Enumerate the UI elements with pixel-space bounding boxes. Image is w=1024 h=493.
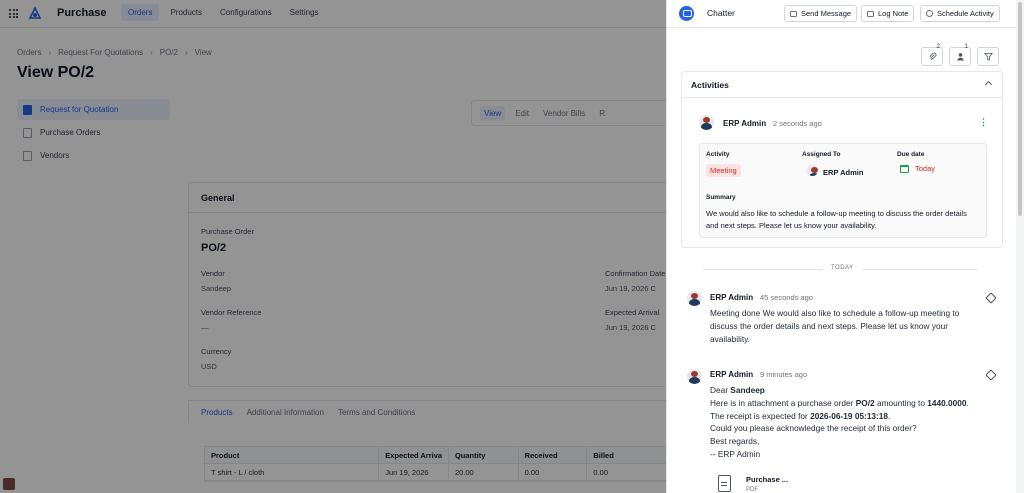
avatar — [687, 291, 702, 306]
send-message-button[interactable]: Send Message — [784, 5, 858, 22]
chatter-panel: Chatter Send Message Log Note Schedule A… — [666, 0, 1016, 493]
message-line: availability. — [710, 333, 750, 344]
message-line: discuss the order details and next steps… — [710, 320, 948, 331]
message-line: Here is in attachment a purchase order P… — [710, 397, 995, 410]
filter-button[interactable] — [977, 47, 999, 66]
message-time: 45 seconds ago — [760, 293, 813, 302]
button-label: Log Note — [878, 9, 909, 18]
followers-button[interactable]: 1 — [949, 43, 971, 66]
file-icon — [718, 475, 731, 492]
message-line: The receipt is expected for 2026-06-19 0… — [710, 410, 995, 423]
attachment-card[interactable]: Purchase ... PDF — [718, 472, 798, 493]
activities-title: Activities — [691, 80, 729, 90]
clock-icon — [926, 10, 933, 17]
scrollbar-thumb[interactable] — [1018, 2, 1022, 216]
due-date-value: Today — [915, 164, 936, 173]
schedule-activity-button[interactable]: Schedule Activity — [920, 5, 1000, 22]
button-label: Send Message — [801, 9, 852, 18]
activity-label: Activity — [706, 151, 730, 158]
pin-icon[interactable] — [985, 292, 997, 304]
pin-icon[interactable] — [985, 369, 997, 381]
text: Dear — [710, 385, 731, 395]
message-body: Dear Sandeep Here is in attachment a pur… — [710, 384, 995, 461]
text-bold: Sandeep — [730, 385, 765, 395]
message-line: Dear Sandeep — [710, 384, 995, 397]
chatter-title: Chatter — [707, 8, 735, 18]
note-icon — [867, 10, 874, 17]
chevron-up-icon[interactable] — [984, 80, 993, 89]
log-note-button[interactable]: Log Note — [861, 5, 915, 22]
chat-bubble-icon — [679, 6, 694, 21]
text-bold: PO/2 — [855, 397, 875, 408]
text-bold: 2026-06-19 05:13:18 — [810, 410, 889, 421]
text: . — [966, 397, 969, 408]
message-icon — [790, 10, 797, 17]
assigned-user: ERP Admin — [823, 168, 864, 177]
message-line: Meeting done We would also like to sched… — [710, 308, 960, 318]
assigned-to-label: Assigned To — [802, 151, 841, 158]
text: The receipt is expected for — [710, 410, 811, 421]
paperclip-icon — [929, 52, 936, 60]
activity-time: 2 seconds ago — [773, 119, 822, 128]
message-line: -- ERP Admin — [710, 448, 761, 459]
avatar — [687, 369, 702, 384]
text: Here is in attachment a purchase order — [710, 397, 856, 408]
calendar-icon — [900, 164, 909, 173]
text: . — [888, 410, 891, 421]
attachment-type: PDF — [746, 487, 758, 493]
modal-backdrop[interactable] — [0, 0, 666, 493]
date-separator: TODAY — [703, 265, 978, 271]
chatter-scrollbar[interactable] — [1016, 0, 1024, 493]
debug-toolbar-icon[interactable] — [3, 478, 15, 490]
attachments-button[interactable]: 2 — [921, 43, 943, 66]
message-author[interactable]: ERP Admin — [710, 293, 753, 302]
due-date-label: Due date — [897, 151, 925, 158]
message-body: Meeting done We would also like to sched… — [710, 307, 995, 345]
message-line: Could you please acknowledge the receipt… — [710, 423, 917, 434]
avatar — [699, 115, 714, 130]
message-line: Best regards, — [710, 436, 760, 447]
separator-label: TODAY — [823, 265, 862, 271]
summary-label: Summary — [706, 194, 736, 201]
activity-type-badge: Meeting — [706, 164, 741, 177]
filter-icon — [983, 52, 993, 61]
attachments-count: 2 — [936, 43, 940, 50]
avatar — [807, 165, 818, 176]
text-bold: 1440.0000 — [927, 397, 967, 408]
attachment-name: Purchase ... — [746, 475, 789, 484]
followers-count: 1 — [964, 43, 968, 50]
activities-card: Activities ERP Admin 2 seconds ago ⋮ Act… — [681, 71, 1003, 248]
user-icon — [956, 53, 964, 61]
activity-user[interactable]: ERP Admin — [723, 119, 766, 128]
activities-heading[interactable]: Activities — [682, 72, 1002, 98]
more-vertical-icon[interactable]: ⋮ — [979, 118, 988, 127]
button-label: Schedule Activity — [937, 9, 994, 18]
activity-details: Activity Assigned To Due date Meeting ER… — [699, 143, 987, 238]
due-date: Today — [900, 164, 935, 173]
message-time: 9 minutes ago — [760, 370, 808, 379]
text: amounting to — [874, 397, 928, 408]
chatter-header: Chatter Send Message Log Note Schedule A… — [667, 0, 1016, 28]
message-author[interactable]: ERP Admin — [710, 370, 753, 379]
summary-text: We would also like to schedule a follow-… — [706, 209, 967, 230]
